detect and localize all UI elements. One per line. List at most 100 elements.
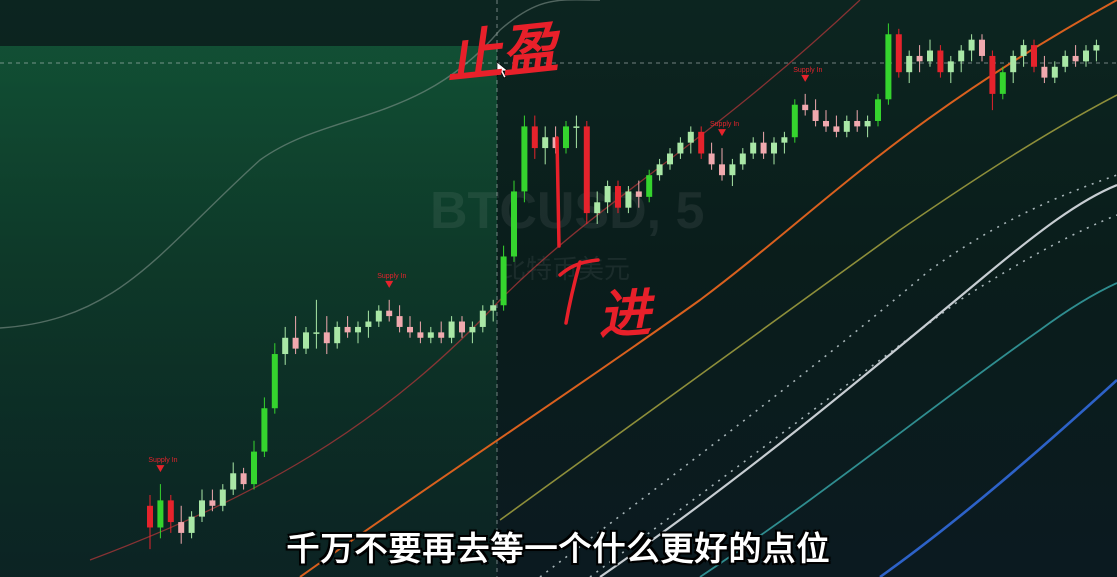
- candle-body-up: [427, 332, 434, 338]
- candle-body-down: [531, 126, 538, 149]
- candle-body-up: [594, 202, 601, 214]
- candle-body-up: [511, 191, 517, 257]
- candle-body-up: [375, 310, 382, 322]
- candle-body-up: [1062, 55, 1069, 67]
- candle-body-up: [469, 326, 476, 333]
- candle-body-down: [396, 316, 403, 327]
- candle-body-up: [646, 175, 653, 197]
- candle-body-down: [438, 332, 445, 338]
- candle-body-down: [916, 55, 923, 62]
- candle-body-up: [313, 332, 320, 334]
- candle-body-down: [854, 120, 861, 127]
- signal-label: Supply In: [148, 457, 177, 464]
- candle-body-down: [1072, 55, 1079, 62]
- candle-body-up: [1093, 45, 1100, 51]
- candle-body-up: [261, 408, 268, 452]
- candle-body-up: [667, 153, 673, 165]
- candle-body-down: [698, 131, 705, 154]
- candle-body-up: [927, 50, 933, 62]
- candle-body-up: [199, 500, 205, 517]
- signal-label: Supply In: [710, 121, 739, 128]
- candle-body-up: [271, 354, 278, 409]
- candle-body-up: [1020, 45, 1027, 56]
- candle-body-down: [937, 50, 944, 73]
- candle-body-up: [687, 131, 694, 143]
- candle-body-up: [656, 164, 663, 176]
- candle-body-up: [625, 191, 632, 208]
- candle-body-up: [875, 99, 881, 121]
- candle-body-up: [781, 137, 788, 143]
- candle-body-up: [334, 326, 341, 344]
- candle-body-up: [563, 126, 569, 149]
- candle-body-up: [303, 332, 309, 349]
- candle-body-down: [635, 191, 642, 197]
- candle-body-up: [906, 55, 913, 73]
- candle-body-down: [209, 500, 216, 506]
- candle-body-up: [791, 104, 798, 138]
- candle-body-up: [968, 39, 975, 51]
- candle-body-down: [417, 332, 424, 338]
- candle-body-up: [573, 126, 580, 128]
- candle-body-up: [771, 142, 777, 154]
- candle-body-up: [355, 326, 361, 333]
- candle-body-down: [719, 164, 725, 176]
- candle-body-down: [989, 55, 996, 94]
- candle-body-up: [885, 34, 892, 100]
- candle-body-up: [448, 321, 455, 338]
- candle-body-up: [843, 120, 850, 132]
- candle-body-down: [895, 34, 902, 73]
- candle-body-down: [760, 142, 767, 154]
- candle-body-up: [999, 72, 1006, 94]
- candle-body-up: [864, 120, 871, 127]
- chart-screenshot: BTCUSD, 5 比特币美元 Supply In Supply In Supply…: [0, 0, 1117, 577]
- candle-body-up: [947, 61, 954, 73]
- candle-body-up: [1010, 55, 1017, 73]
- signal-label: Supply In: [377, 273, 406, 280]
- signal-triangle-icon: [801, 74, 810, 82]
- candle-body-up: [1051, 66, 1058, 78]
- signal-label: Supply In: [793, 67, 822, 74]
- candle-body-up: [677, 142, 684, 154]
- candle-body-down: [323, 332, 330, 344]
- candle-body-down: [833, 126, 840, 132]
- price-chart: BTCUSD, 5 比特币美元 Supply InSupply InSupply…: [0, 0, 1117, 577]
- candle-body-down: [240, 473, 247, 485]
- candle-body-down: [1041, 66, 1048, 78]
- candle-body-up: [500, 256, 507, 306]
- candle-body-down: [708, 153, 715, 165]
- ma-olive-line: [499, 94, 1117, 521]
- candle-body-up: [230, 473, 237, 490]
- candle-body-up: [219, 489, 226, 506]
- entry-mark-stroke: [555, 136, 561, 248]
- candle-body-up: [1083, 50, 1089, 62]
- candle-body-down: [812, 110, 819, 121]
- candle-body-down: [823, 120, 829, 127]
- watermark-symbol: BTCUSD, 5: [430, 182, 704, 240]
- ma-white-line: [599, 183, 1117, 577]
- candle-body-up: [542, 137, 549, 149]
- candle-body-up: [750, 142, 757, 154]
- candle-body-up: [479, 310, 486, 327]
- entry-annotation: 进: [596, 283, 652, 347]
- candle-body-up: [604, 186, 611, 203]
- candle-body-up: [521, 126, 528, 192]
- candle-body-up: [365, 321, 372, 327]
- take-profit-annotation: 止盈: [442, 15, 561, 92]
- candle-body-down: [802, 104, 809, 111]
- candle-body-down: [615, 186, 621, 208]
- candle-body-down: [292, 337, 299, 349]
- candle-body-up: [490, 305, 497, 311]
- candle-body-up: [739, 153, 746, 165]
- candle-body-down: [979, 39, 985, 56]
- candle-body-down: [407, 326, 413, 333]
- candle-body-down: [344, 326, 351, 333]
- candle-body-down: [1031, 45, 1037, 67]
- candle-body-down: [386, 310, 393, 317]
- candle-body-up: [282, 337, 289, 355]
- candle-body-down: [167, 500, 174, 523]
- candle-body-up: [729, 164, 736, 176]
- candle-body-down: [459, 321, 465, 333]
- candle-body-up: [251, 451, 257, 485]
- candle-body-up: [958, 50, 965, 62]
- signal-triangle-icon: [718, 129, 726, 137]
